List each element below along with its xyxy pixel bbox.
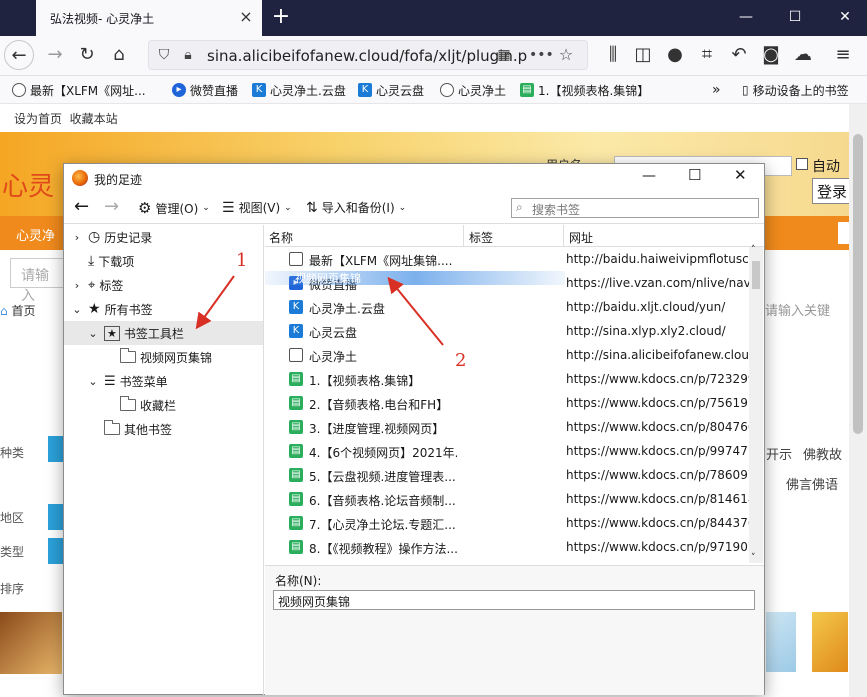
annotation-arrows bbox=[195, 275, 444, 346]
arrow-1 bbox=[195, 275, 235, 330]
arrow-2 bbox=[387, 276, 444, 346]
